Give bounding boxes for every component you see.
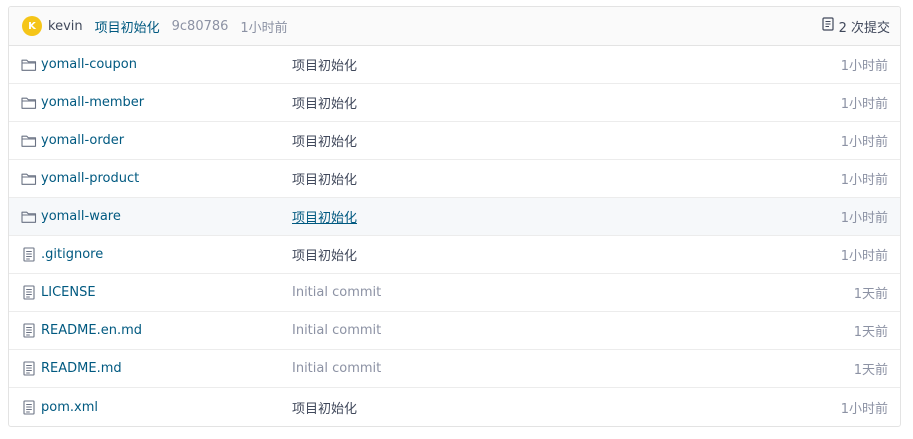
file-name-link[interactable]: yomall-product	[41, 171, 139, 186]
commit-time: 1小时前	[840, 173, 888, 188]
file-name-link[interactable]: pom.xml	[41, 400, 98, 415]
commit-message-link[interactable]: 项目初始化	[292, 93, 841, 112]
file-row[interactable]: yomall-order 项目初始化 1小时前	[9, 122, 900, 160]
file-icon	[21, 247, 41, 262]
latest-commit-bar: K kevin 项目初始化 9c80786 1小时前 2 次提交	[9, 7, 900, 46]
commit-time: 1天前	[853, 287, 888, 302]
avatar[interactable]: K	[22, 16, 42, 36]
commit-message-link[interactable]: Initial commit	[292, 323, 854, 338]
file-name-cell: yomall-product	[21, 171, 292, 186]
file-row[interactable]: LICENSE Initial commit 1天前	[9, 274, 900, 312]
file-name-cell: .gitignore	[21, 247, 292, 262]
commit-message-link[interactable]: Initial commit	[292, 285, 854, 300]
commit-time: 1天前	[853, 325, 888, 340]
folder-icon	[21, 172, 41, 186]
file-name-link[interactable]: README.en.md	[41, 323, 142, 338]
commit-time: 1小时前	[840, 211, 888, 226]
commit-hash[interactable]: 9c80786	[172, 19, 229, 34]
commit-message-link[interactable]: Initial commit	[292, 361, 854, 376]
commit-message[interactable]: 项目初始化	[95, 17, 160, 36]
file-row[interactable]: yomall-product 项目初始化 1小时前	[9, 160, 900, 198]
commits-icon	[821, 17, 839, 35]
folder-icon	[21, 96, 41, 110]
file-icon	[21, 285, 41, 300]
commit-time: 1小时前	[840, 249, 888, 264]
commits-count-label: 2 次提交	[838, 20, 890, 36]
file-name-link[interactable]: yomall-ware	[41, 209, 121, 224]
commit-message-link[interactable]: 项目初始化	[292, 245, 841, 264]
file-name-cell: yomall-coupon	[21, 57, 292, 72]
file-row[interactable]: pom.xml 项目初始化 1小时前	[9, 388, 900, 426]
file-row[interactable]: .gitignore 项目初始化 1小时前	[9, 236, 900, 274]
commit-time: 1小时前	[840, 135, 888, 150]
commit-message-link[interactable]: 项目初始化	[292, 207, 841, 226]
file-name-cell: README.md	[21, 361, 292, 376]
commit-time: 1小时前	[840, 97, 888, 112]
file-name-cell: yomall-ware	[21, 209, 292, 224]
commit-message-link[interactable]: 项目初始化	[292, 169, 841, 188]
file-name-link[interactable]: yomall-coupon	[41, 57, 137, 72]
file-row[interactable]: yomall-ware 项目初始化 1小时前	[9, 198, 900, 236]
commit-time: 1小时前	[840, 59, 888, 74]
commit-time: 1小时前	[240, 20, 288, 36]
commit-message-link[interactable]: 项目初始化	[292, 131, 841, 150]
file-name-link[interactable]: README.md	[41, 361, 122, 376]
file-row[interactable]: yomall-member 项目初始化 1小时前	[9, 84, 900, 122]
commit-time: 1天前	[853, 363, 888, 378]
file-row[interactable]: README.en.md Initial commit 1天前	[9, 312, 900, 350]
file-name-link[interactable]: yomall-member	[41, 95, 144, 110]
file-name-cell: yomall-member	[21, 95, 292, 110]
file-browser: K kevin 项目初始化 9c80786 1小时前 2 次提交 yomall-…	[8, 6, 901, 427]
commit-time: 1小时前	[840, 401, 888, 417]
file-name-cell: yomall-order	[21, 133, 292, 148]
file-name-cell: pom.xml	[21, 400, 292, 415]
folder-icon	[21, 58, 41, 72]
file-icon	[21, 323, 41, 338]
file-row[interactable]: yomall-coupon 项目初始化 1小时前	[9, 46, 900, 84]
file-name-link[interactable]: yomall-order	[41, 133, 124, 148]
commit-author[interactable]: kevin	[48, 19, 83, 34]
folder-icon	[21, 134, 41, 148]
file-name-link[interactable]: .gitignore	[41, 247, 103, 262]
commits-count-link[interactable]: 2 次提交	[821, 17, 890, 36]
commit-message-link[interactable]: 项目初始化	[292, 398, 841, 417]
file-icon	[21, 361, 41, 376]
commit-message-link[interactable]: 项目初始化	[292, 55, 841, 74]
file-row[interactable]: README.md Initial commit 1天前	[9, 350, 900, 388]
file-icon	[21, 399, 41, 415]
file-name-cell: LICENSE	[21, 285, 292, 300]
file-name-cell: README.en.md	[21, 323, 292, 338]
folder-icon	[21, 210, 41, 224]
file-name-link[interactable]: LICENSE	[41, 285, 96, 300]
file-list: yomall-coupon 项目初始化 1小时前 yomall-member 项目初始化…	[9, 46, 900, 426]
